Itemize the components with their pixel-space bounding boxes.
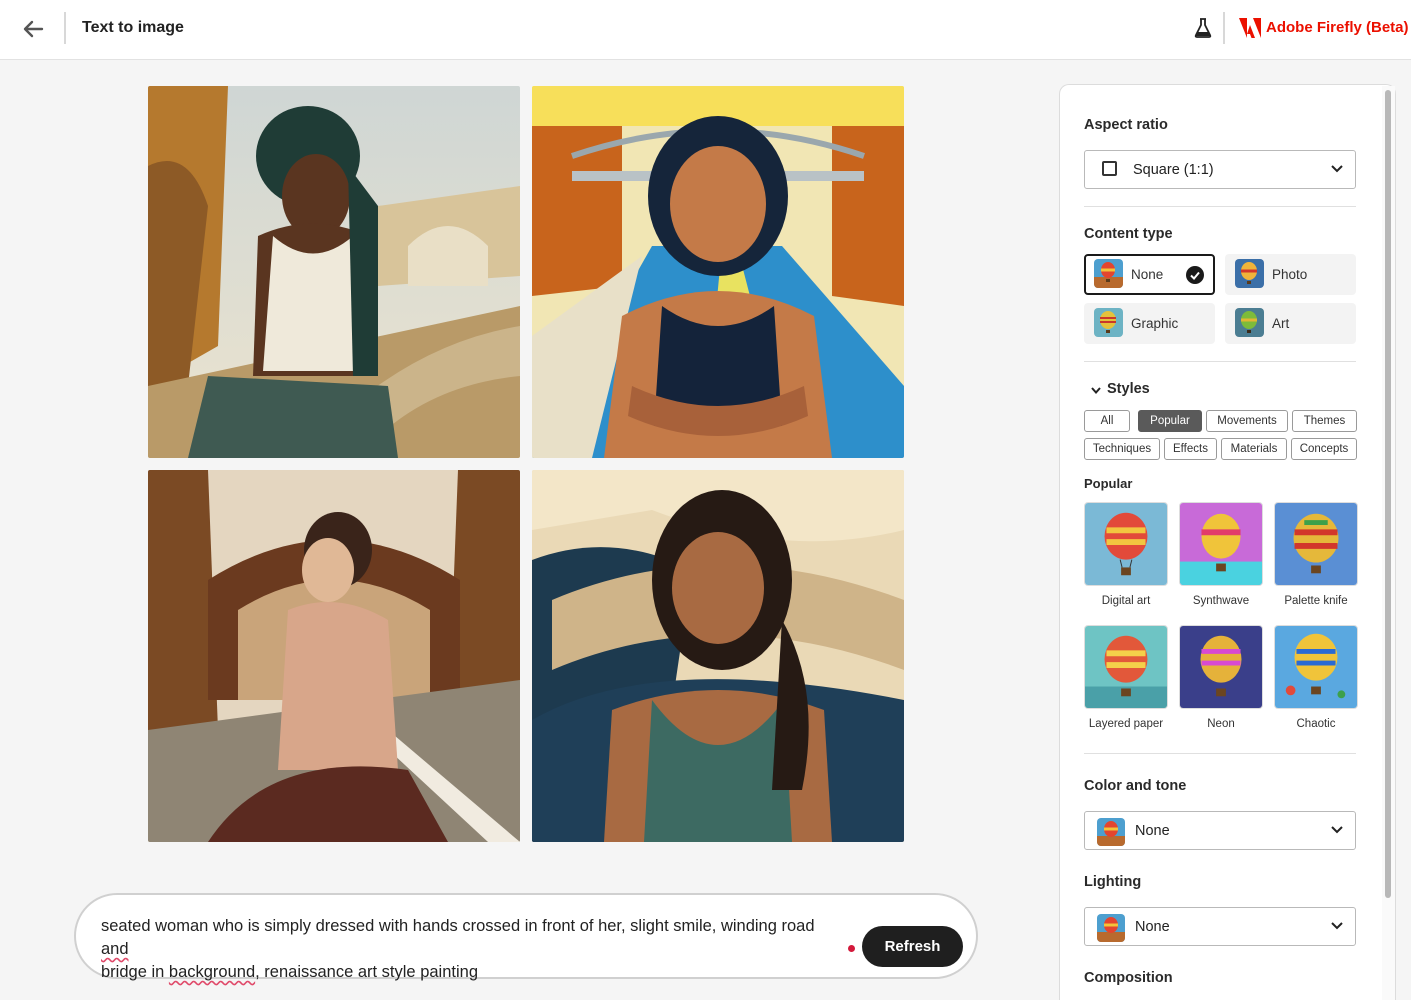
prompt-text-part: seated woman who is simply dressed with …: [101, 917, 815, 935]
balloon-thumbnail-icon: [1094, 259, 1123, 288]
style-tile-chaotic[interactable]: Chaotic: [1274, 625, 1358, 730]
content-type-label: Graphic: [1131, 316, 1179, 331]
balloon-thumbnail-icon: [1084, 625, 1168, 709]
style-chip-themes[interactable]: Themes: [1292, 410, 1357, 432]
content-type-label: Art: [1272, 316, 1290, 331]
content-type-label: Photo: [1272, 267, 1308, 282]
aspect-ratio-title: Aspect ratio: [1084, 117, 1168, 133]
generated-image-2[interactable]: [532, 86, 904, 458]
chevron-down-icon: [1331, 165, 1343, 173]
style-chip-movements[interactable]: Movements: [1206, 410, 1288, 432]
header-divider: [64, 12, 66, 44]
balloon-thumbnail-icon: [1179, 502, 1263, 586]
divider: [1084, 361, 1356, 362]
style-chip-effects[interactable]: Effects: [1164, 438, 1217, 460]
style-tile-layered-paper[interactable]: Layered paper: [1084, 625, 1168, 730]
styles-toggle[interactable]: Styles: [1107, 381, 1150, 397]
settings-panel: Aspect ratio Square (1:1) Content type N…: [1059, 84, 1396, 1000]
style-chip-materials[interactable]: Materials: [1221, 438, 1287, 460]
generated-image-1[interactable]: [148, 86, 520, 458]
spellcheck-word[interactable]: and: [101, 940, 129, 958]
style-chip-techniques[interactable]: Techniques: [1084, 438, 1160, 460]
style-tile-label: Palette knife: [1284, 595, 1348, 607]
aspect-ratio-dropdown[interactable]: Square (1:1): [1084, 150, 1356, 189]
prompt-text-part: , renaissance art style painting: [255, 963, 478, 981]
top-bar: Text to image Adobe Firefly (Beta): [0, 0, 1411, 60]
brand-name[interactable]: Adobe Firefly (Beta): [1266, 19, 1409, 36]
balloon-thumbnail-icon: [1274, 502, 1358, 586]
color-tone-value: None: [1135, 823, 1170, 839]
content-type-none[interactable]: None: [1084, 254, 1215, 295]
style-tile-label: Chaotic: [1296, 718, 1336, 730]
status-dot: [848, 945, 855, 952]
style-tile-digital-art[interactable]: Digital art: [1084, 502, 1168, 607]
chevron-down-icon: [1331, 922, 1343, 930]
lighting-dropdown[interactable]: None: [1084, 907, 1356, 946]
style-tile-palette-knife[interactable]: Palette knife: [1274, 502, 1358, 607]
lighting-title: Lighting: [1084, 874, 1142, 890]
spellcheck-word[interactable]: background: [169, 963, 255, 981]
style-chip-popular[interactable]: Popular: [1138, 410, 1202, 432]
balloon-thumbnail-icon: [1235, 259, 1264, 288]
aspect-ratio-value: Square (1:1): [1133, 162, 1214, 178]
balloon-thumbnail-icon: [1179, 625, 1263, 709]
prompt-text-part: bridge in: [101, 963, 169, 981]
composition-title: Composition: [1084, 970, 1173, 986]
scrollbar-thumb[interactable]: [1385, 90, 1391, 898]
style-tile-label: Layered paper: [1088, 718, 1164, 730]
back-arrow-icon[interactable]: [18, 14, 48, 44]
style-tile-synthwave[interactable]: Synthwave: [1179, 502, 1263, 607]
divider: [1084, 753, 1356, 754]
style-tile-label: Digital art: [1101, 595, 1151, 607]
style-tile-neon[interactable]: Neon: [1179, 625, 1263, 730]
prompt-input[interactable]: seated woman who is simply dressed with …: [101, 915, 841, 984]
check-circle-icon: [1186, 266, 1204, 284]
style-chip-concepts[interactable]: Concepts: [1291, 438, 1357, 460]
content-type-title: Content type: [1084, 226, 1173, 242]
balloon-thumbnail-icon: [1274, 625, 1358, 709]
content-type-graphic[interactable]: Graphic: [1084, 303, 1215, 344]
content-type-photo[interactable]: Photo: [1225, 254, 1356, 295]
style-chip-all[interactable]: All: [1084, 410, 1130, 432]
style-tile-label: Synthwave: [1192, 595, 1250, 607]
content-type-label: None: [1131, 267, 1164, 282]
balloon-thumbnail-icon: [1235, 308, 1264, 337]
chevron-down-icon: [1331, 826, 1343, 834]
generated-image-3[interactable]: [148, 470, 520, 842]
balloon-thumbnail-icon: [1084, 502, 1168, 586]
lighting-value: None: [1135, 919, 1170, 935]
balloon-thumbnail-icon: [1097, 818, 1125, 846]
prompt-box: seated woman who is simply dressed with …: [74, 893, 978, 981]
panel-scrollbar[interactable]: [1382, 86, 1395, 1000]
flask-icon[interactable]: [1193, 17, 1213, 39]
adobe-logo-icon: [1239, 18, 1261, 38]
page-title: Text to image: [82, 19, 184, 36]
divider: [1084, 206, 1356, 207]
refresh-button[interactable]: Refresh: [862, 926, 963, 967]
header-divider: [1223, 12, 1225, 44]
popular-subheading: Popular: [1084, 476, 1133, 491]
content-type-art[interactable]: Art: [1225, 303, 1356, 344]
square-icon: [1102, 161, 1117, 176]
chevron-down-icon[interactable]: [1091, 387, 1101, 394]
style-tile-label: Neon: [1207, 718, 1235, 730]
generated-image-4[interactable]: [532, 470, 904, 842]
balloon-thumbnail-icon: [1097, 914, 1125, 942]
color-tone-title: Color and tone: [1084, 778, 1187, 794]
balloon-thumbnail-icon: [1094, 308, 1123, 337]
color-tone-dropdown[interactable]: None: [1084, 811, 1356, 850]
